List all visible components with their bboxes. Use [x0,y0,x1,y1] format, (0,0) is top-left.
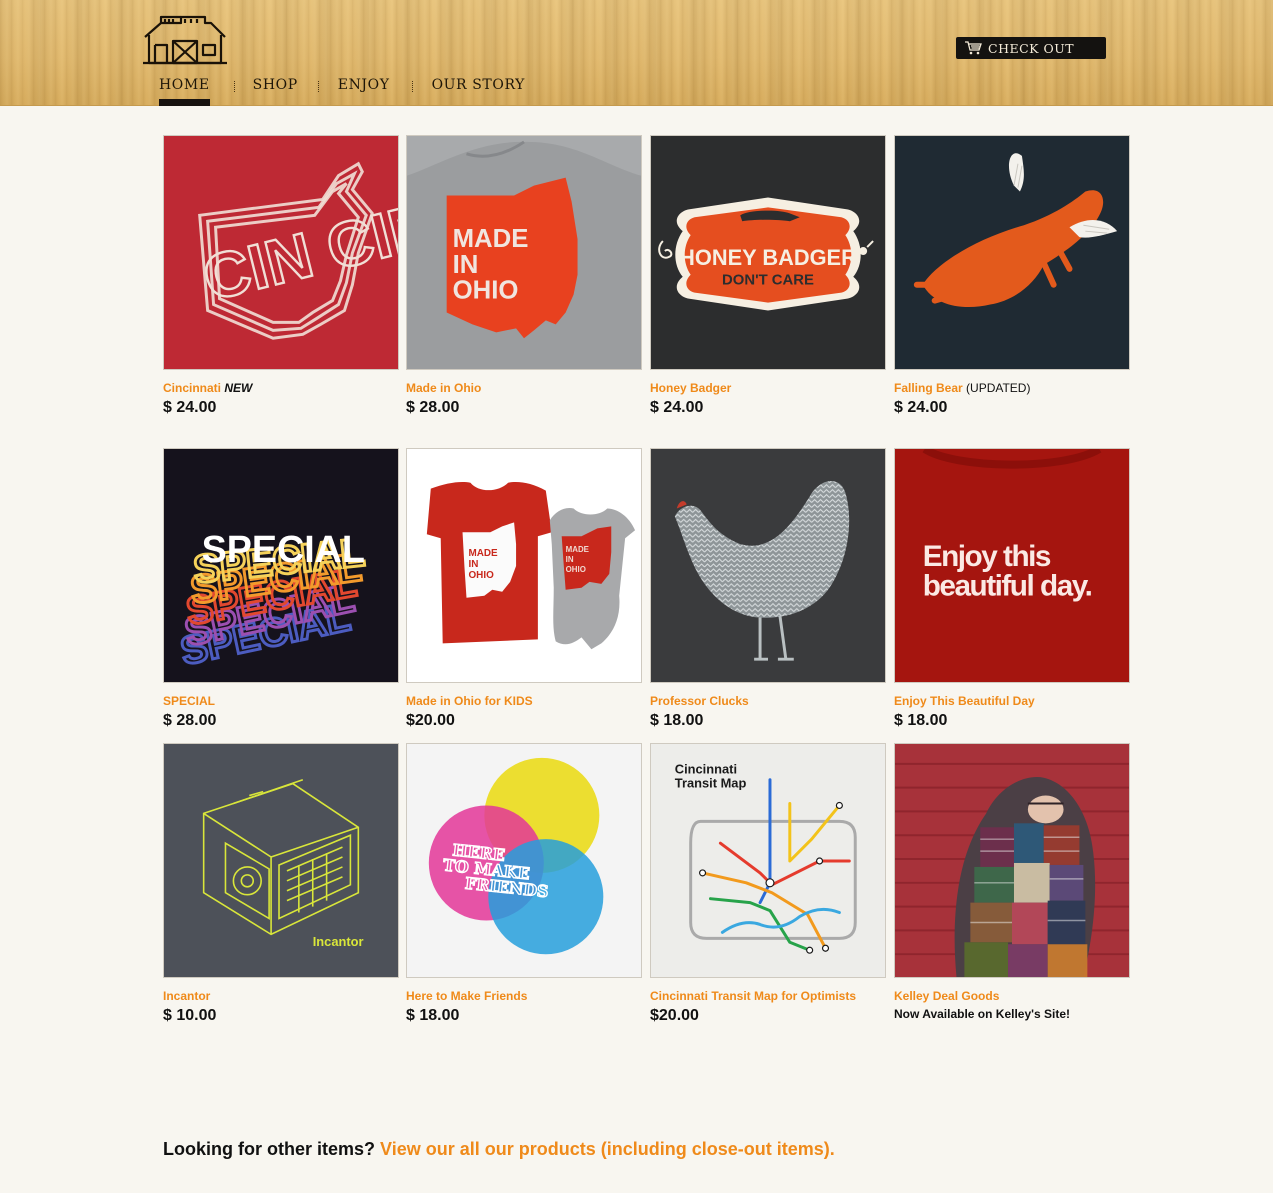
updated-note: (UPDATED) [966,381,1031,395]
product-image-transit-map[interactable]: Cincinnati Transit Map [650,743,886,978]
transit-art-line2: Transit Map [675,776,747,791]
product-price: $20.00 [650,1007,699,1024]
kids-tee-ohio: OHIO [468,570,494,581]
product-price: $ 18.00 [406,1007,460,1024]
barn-logo-graphic [143,15,227,65]
product-image-falling-bear[interactable] [894,135,1130,370]
make-friends-shirt-image: HERE TO MAKE FRIENDS [407,744,641,977]
special-shirt-image: SPECIAL SPECIAL SPECIAL SPECIAL SPECIAL … [164,449,398,682]
cart-icon [965,41,982,55]
product-name-text: Falling Bear [894,381,963,395]
product-card[interactable]: HONEY BADGER DON'T CARE Honey Badger $ 2… [650,135,886,417]
professor-clucks-shirt-image [651,449,885,682]
product-image-cincinnati[interactable]: CIN CIN NATI [163,135,399,370]
product-image-enjoy-day[interactable]: Enjoy this beautiful day. [894,448,1130,683]
transit-art-line1: Cincinnati [675,762,737,777]
product-card[interactable]: CIN CIN NATI Cincinnati NEW $ 24.00 [163,135,399,417]
nav-shop[interactable]: SHOP [253,76,298,106]
honey-badger-shirt-image: HONEY BADGER DON'T CARE [651,136,885,369]
product-name[interactable]: Incantor [163,989,399,1003]
nav-home[interactable]: HOME [159,76,210,106]
kids-onesie-in: IN [566,555,574,564]
checkout-label: CHECK OUT [988,40,1075,56]
product-price: $ 24.00 [650,399,704,416]
nav-divider [317,80,319,92]
product-card[interactable]: HERE TO MAKE FRIENDS Here to Make Friend… [406,743,642,1025]
product-card[interactable]: SPECIAL SPECIAL SPECIAL SPECIAL SPECIAL … [163,448,399,730]
product-name-text: Cincinnati [163,381,222,395]
product-price: $ 18.00 [650,712,704,729]
nav-enjoy[interactable]: ENJOY [338,76,390,106]
kelley-deal-photo-image [895,744,1129,977]
special-art-text: SPECIAL [202,528,365,570]
product-image-make-friends[interactable]: HERE TO MAKE FRIENDS [406,743,642,978]
nav-divider [411,80,413,92]
product-name[interactable]: Cincinnati NEW [163,381,399,395]
badger-art-subtitle: DON'T CARE [722,273,814,289]
product-card[interactable]: Kelley Deal Goods Now Available on Kelle… [894,743,1130,1021]
product-price: $20.00 [406,712,455,729]
enjoy-day-shirt-image: Enjoy this beautiful day. [895,449,1129,682]
product-name[interactable]: Enjoy This Beautiful Day [894,694,1130,708]
ohio-art-ohio: OHIO [453,277,519,305]
kids-onesie-made: MADE [566,545,589,554]
made-in-ohio-shirt-image: MADE IN OHIO [407,136,641,369]
product-name[interactable]: SPECIAL [163,694,399,708]
product-image-incantor[interactable]: Incantor [163,743,399,978]
kids-tee-made: MADE [468,548,498,559]
falling-bear-shirt-image [895,136,1129,369]
product-image-honey-badger[interactable]: HONEY BADGER DON'T CARE [650,135,886,370]
product-name[interactable]: Professor Clucks [650,694,886,708]
product-image-made-in-ohio-kids[interactable]: MADE IN OHIO MADE IN OHIO [406,448,642,683]
made-in-ohio-kids-image: MADE IN OHIO MADE IN OHIO [407,449,641,682]
product-card[interactable]: MADE IN OHIO Made in Ohio $ 28.00 [406,135,642,417]
all-products-link[interactable]: View our all our products (including clo… [380,1139,835,1159]
product-price: $ 24.00 [894,399,948,416]
checkout-button[interactable]: CHECK OUT [956,37,1106,59]
new-badge: NEW [224,381,253,395]
product-price: $ 24.00 [163,399,217,416]
nav-our-story[interactable]: OUR STORY [432,76,525,106]
product-card[interactable]: Enjoy this beautiful day. Enjoy This Bea… [894,448,1130,730]
product-name[interactable]: Honey Badger [650,381,886,395]
availability-note: Now Available on Kelley's Site! [894,1007,1071,1021]
other-items-prefix: Looking for other items? [163,1139,381,1159]
ohio-art-made: MADE [453,225,529,253]
cincinnati-shirt-image: CIN CIN NATI [164,136,398,369]
product-price: $ 18.00 [894,712,948,729]
product-card[interactable]: Cincinnati Transit Map Cincinnati Transi… [650,743,886,1025]
product-price: $ 28.00 [163,712,217,729]
product-price: $ 10.00 [163,1007,217,1024]
nav-divider [233,80,235,92]
product-name[interactable]: Here to Make Friends [406,989,642,1003]
kids-onesie-ohio: OHIO [566,565,586,574]
enjoy-art-line2: beautiful day. [923,570,1092,603]
enjoy-art-line1: Enjoy this [923,540,1051,573]
product-name[interactable]: Kelley Deal Goods [894,989,1130,1003]
incantor-shirt-image: Incantor [164,744,398,977]
site-header: HOME SHOP ENJOY OUR STORY CHECK OUT [0,0,1273,106]
product-image-kelley-deal[interactable] [894,743,1130,978]
product-card[interactable]: Falling Bear (UPDATED) $ 24.00 [894,135,1130,417]
incantor-art-text: Incantor [313,934,364,949]
barn-logo-icon[interactable] [141,11,229,67]
other-items-line: Looking for other items? View our all ou… [163,1139,835,1160]
product-card[interactable]: Professor Clucks $ 18.00 [650,448,886,730]
product-name[interactable]: Cincinnati Transit Map for Optimists [650,989,886,1003]
transit-map-shirt-image: Cincinnati Transit Map [651,744,885,977]
main-nav: HOME SHOP ENJOY OUR STORY [159,76,525,106]
badger-art-title: HONEY BADGER [679,245,857,270]
ohio-art-in: IN [453,251,479,279]
product-name[interactable]: Made in Ohio for KIDS [406,694,642,708]
product-name[interactable]: Made in Ohio [406,381,642,395]
product-card[interactable]: Incantor Incantor $ 10.00 [163,743,399,1025]
product-image-made-in-ohio[interactable]: MADE IN OHIO [406,135,642,370]
product-name[interactable]: Falling Bear (UPDATED) [894,381,1130,395]
product-image-special[interactable]: SPECIAL SPECIAL SPECIAL SPECIAL SPECIAL … [163,448,399,683]
product-card[interactable]: MADE IN OHIO MADE IN OHIO Made in Ohio f… [406,448,642,730]
product-image-professor-clucks[interactable] [650,448,886,683]
kids-tee-in: IN [468,559,478,570]
product-price: $ 28.00 [406,399,460,416]
